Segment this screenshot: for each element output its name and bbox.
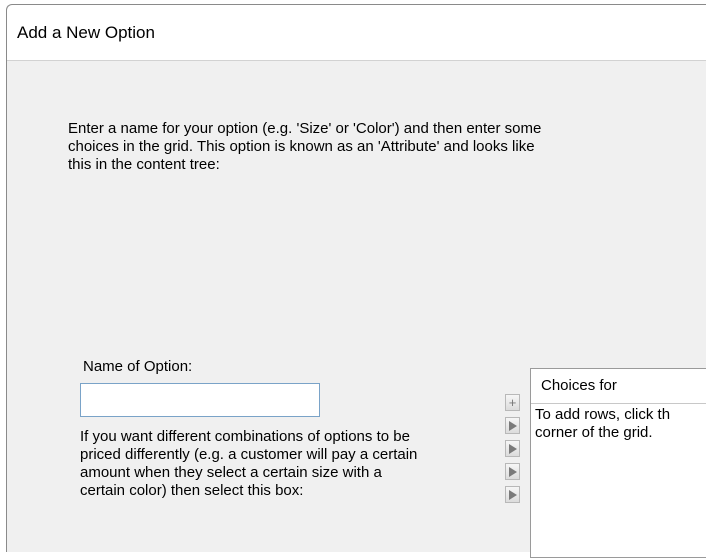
row-arrow-icon [508, 443, 517, 454]
name-of-option-label: Name of Option: [83, 358, 193, 375]
choices-grid[interactable]: Choices for To add rows, click th corner… [530, 368, 706, 558]
plus-icon: + [508, 395, 517, 410]
row-selector-button[interactable] [505, 486, 520, 503]
dialog-titlebar: Add a New Option [7, 5, 706, 61]
name-of-option-input[interactable] [80, 383, 320, 417]
intro-text: Enter a name for your option (e.g. 'Size… [68, 120, 542, 173]
choices-grid-header[interactable]: Choices for [531, 369, 706, 404]
dialog-title: Add a New Option [17, 23, 155, 42]
row-arrow-icon [508, 466, 517, 477]
choices-grid-hint: To add rows, click th corner of the grid… [535, 406, 671, 441]
add-row-button[interactable]: + [505, 394, 520, 411]
row-arrow-icon [508, 420, 517, 431]
grid-row-buttons: + [505, 394, 521, 509]
row-selector-button[interactable] [505, 417, 520, 434]
row-selector-button[interactable] [505, 440, 520, 457]
combination-pricing-text: If you want different combinations of op… [80, 428, 418, 499]
row-arrow-icon [508, 489, 517, 500]
row-selector-button[interactable] [505, 463, 520, 480]
